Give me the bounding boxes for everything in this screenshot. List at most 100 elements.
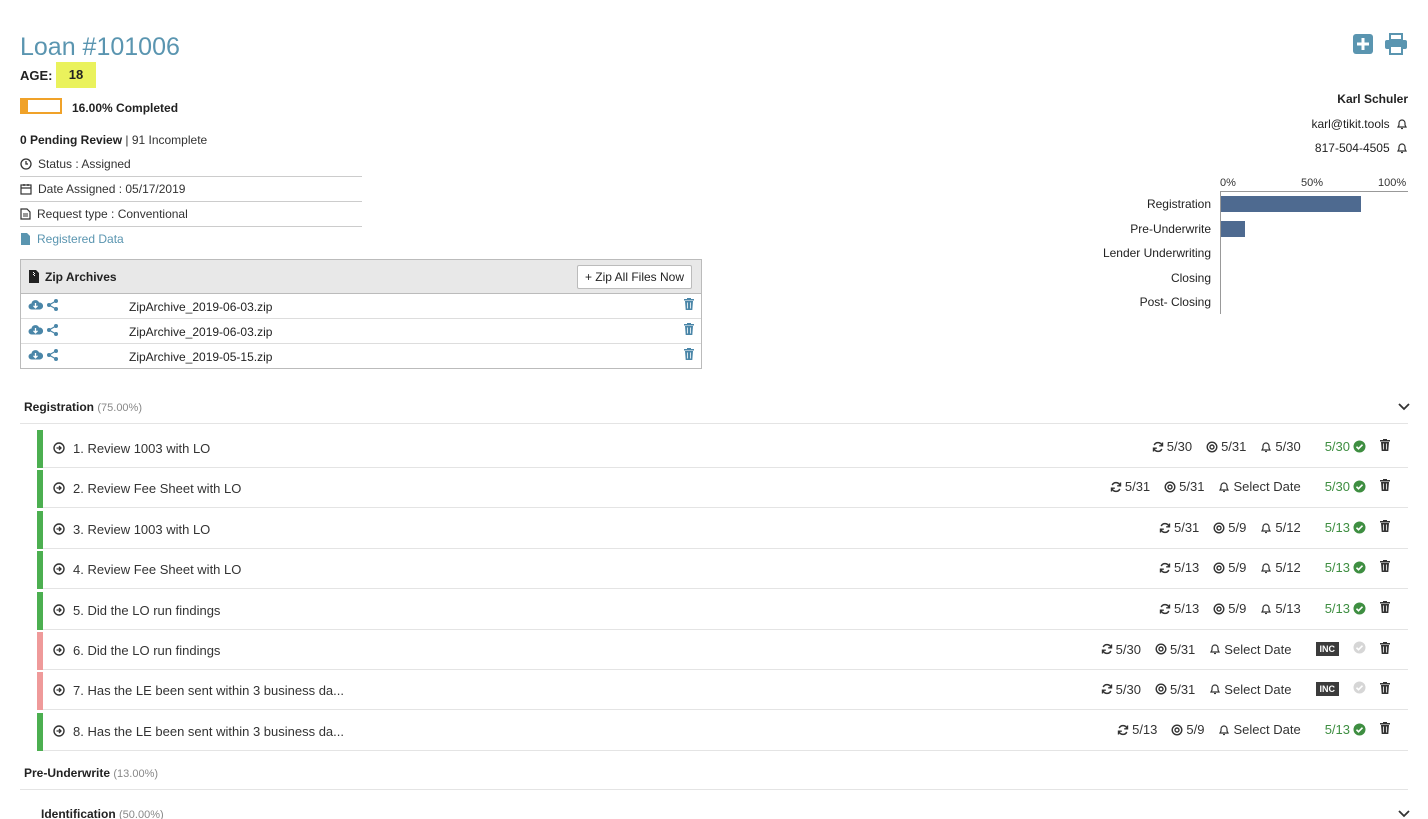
bell-icon[interactable]: [1396, 118, 1408, 130]
section-identification-header[interactable]: Identification (50.00%): [41, 807, 164, 819]
registered-data-row[interactable]: Registered Data: [20, 226, 362, 252]
task-row[interactable]: 4. Review Fee Sheet with LO 5/13 5/9 5/12 5/…: [37, 550, 1408, 589]
chevron-down-icon[interactable]: [1397, 807, 1411, 819]
zip-filename[interactable]: ZipArchive_2019-05-15.zip: [129, 350, 272, 364]
share-icon[interactable]: [47, 299, 58, 311]
task-reminder-date[interactable]: Select Date: [1218, 479, 1301, 494]
task-completed-date: 5/13: [1325, 520, 1366, 535]
bell-icon[interactable]: [1396, 142, 1408, 154]
arrow-circle-icon[interactable]: [53, 482, 65, 494]
trash-icon[interactable]: [1380, 722, 1390, 734]
trash-icon[interactable]: [684, 348, 694, 360]
task-row[interactable]: 6. Did the LO run findings 5/30 5/31 Select…: [37, 631, 1408, 670]
task-refresh-date: 5/30: [1101, 642, 1141, 657]
task-row[interactable]: 8. Has the LE been sent within 3 busines…: [37, 712, 1408, 751]
bell-icon[interactable]: [1209, 683, 1221, 695]
section-registration-header[interactable]: Registration (75.00%): [24, 400, 142, 414]
task-reminder-date[interactable]: Select Date: [1209, 642, 1292, 657]
check-circle-icon[interactable]: [1353, 681, 1366, 694]
task-status-bar: [37, 551, 43, 589]
trash-icon[interactable]: [1380, 520, 1390, 532]
trash-icon[interactable]: [1380, 439, 1390, 451]
trash-icon[interactable]: [1380, 479, 1390, 491]
trash-icon[interactable]: [1380, 681, 1390, 694]
check-circle-icon[interactable]: [1353, 440, 1366, 453]
task-status-bar: [37, 470, 43, 508]
trash-icon[interactable]: [1380, 601, 1390, 613]
bell-icon[interactable]: [1260, 562, 1272, 574]
cloud-download-icon[interactable]: [28, 299, 43, 311]
arrow-circle-icon[interactable]: [53, 523, 65, 535]
check-circle-icon[interactable]: [1353, 641, 1366, 654]
trash-icon[interactable]: [684, 323, 694, 335]
task-reminder-date[interactable]: Select Date: [1209, 682, 1292, 697]
plus-square-icon[interactable]: [1352, 33, 1374, 58]
zip-filename[interactable]: ZipArchive_2019-06-03.zip: [129, 300, 272, 314]
check-circle-icon[interactable]: [1353, 561, 1366, 574]
cloud-download-icon[interactable]: [28, 324, 43, 336]
zip-all-files-button[interactable]: + Zip All Files Now: [576, 265, 692, 289]
arrow-circle-icon[interactable]: [53, 442, 65, 454]
task-row[interactable]: 3. Review 1003 with LO 5/31 5/9 5/12 5/13: [37, 510, 1408, 549]
task-name[interactable]: 8. Has the LE been sent within 3 busines…: [73, 724, 344, 739]
task-row[interactable]: 2. Review Fee Sheet with LO 5/31 5/31 Selec…: [37, 469, 1408, 508]
target-icon: [1213, 602, 1225, 615]
registered-data-link[interactable]: Registered Data: [37, 232, 124, 246]
arrow-circle-icon[interactable]: [53, 644, 65, 656]
section-name: Pre-Underwrite: [24, 766, 111, 780]
share-icon[interactable]: [47, 324, 58, 336]
bell-icon[interactable]: [1218, 481, 1230, 493]
target-icon: [1155, 683, 1167, 695]
arrow-circle-icon[interactable]: [53, 563, 65, 575]
bell-icon[interactable]: [1209, 643, 1221, 655]
check-circle-icon[interactable]: [1353, 521, 1366, 534]
task-name[interactable]: 7. Has the LE been sent within 3 busines…: [73, 683, 344, 698]
task-row[interactable]: 5. Did the LO run findings 5/13 5/9 5/13 5/1…: [37, 591, 1408, 630]
zip-archive-row: ZipArchive_2019-06-03.zip: [21, 319, 701, 344]
progress-text: 16.00% Completed: [72, 101, 179, 115]
task-reminder-date[interactable]: 5/12: [1260, 520, 1301, 535]
check-circle-icon[interactable]: [1353, 723, 1366, 736]
check-circle-icon[interactable]: [1353, 480, 1366, 493]
task-reminder-date[interactable]: 5/30: [1260, 439, 1301, 454]
cloud-download-icon[interactable]: [28, 349, 43, 361]
arrow-circle-icon[interactable]: [53, 604, 65, 616]
task-name[interactable]: 3. Review 1003 with LO: [73, 522, 210, 537]
trash-icon[interactable]: [1380, 560, 1390, 572]
chevron-down-icon[interactable]: [1397, 400, 1411, 415]
arrow-circle-icon[interactable]: [53, 725, 65, 737]
divider: [20, 789, 1408, 790]
bell-icon[interactable]: [1260, 603, 1272, 615]
contact-phone: 817-504-4505: [1314, 140, 1390, 155]
task-meta: 5/30 5/31 Select Date INC: [1087, 681, 1390, 697]
refresh-icon: [1101, 683, 1112, 695]
contact-email-row: karl@tikit.tools: [1311, 116, 1408, 131]
refresh-icon: [1101, 643, 1112, 655]
trash-icon[interactable]: [684, 298, 694, 310]
task-meta: 5/30 5/31 5/30 5/30: [1138, 439, 1390, 454]
arrow-circle-icon[interactable]: [53, 684, 65, 696]
task-reminder-date[interactable]: Select Date: [1218, 722, 1301, 737]
section-percent: (75.00%): [97, 402, 142, 414]
bell-icon[interactable]: [1260, 441, 1272, 453]
task-row[interactable]: 1. Review 1003 with LO 5/30 5/31 5/30 5/30: [37, 429, 1408, 468]
task-name[interactable]: 1. Review 1003 with LO: [73, 441, 210, 456]
task-row[interactable]: 7. Has the LE been sent within 3 busines…: [37, 671, 1408, 710]
print-icon[interactable]: [1384, 33, 1408, 58]
check-circle-icon[interactable]: [1353, 602, 1366, 615]
target-icon: [1155, 643, 1167, 655]
task-name[interactable]: 6. Did the LO run findings: [73, 643, 220, 658]
contact-phone-row: 817-504-4505: [1315, 140, 1408, 155]
task-reminder-date[interactable]: 5/13: [1260, 601, 1301, 616]
section-pre-underwrite-header[interactable]: Pre-Underwrite (13.00%): [24, 766, 158, 780]
share-icon[interactable]: [47, 349, 58, 361]
task-name[interactable]: 5. Did the LO run findings: [73, 603, 220, 618]
task-reminder-date[interactable]: 5/12: [1260, 560, 1301, 575]
trash-icon[interactable]: [1380, 641, 1390, 654]
task-name[interactable]: 4. Review Fee Sheet with LO: [73, 562, 241, 577]
date-assigned-row: Date Assigned : 05/17/2019: [20, 176, 362, 202]
zip-filename[interactable]: ZipArchive_2019-06-03.zip: [129, 325, 272, 339]
bell-icon[interactable]: [1218, 724, 1230, 736]
task-name[interactable]: 2. Review Fee Sheet with LO: [73, 481, 241, 496]
bell-icon[interactable]: [1260, 522, 1272, 534]
